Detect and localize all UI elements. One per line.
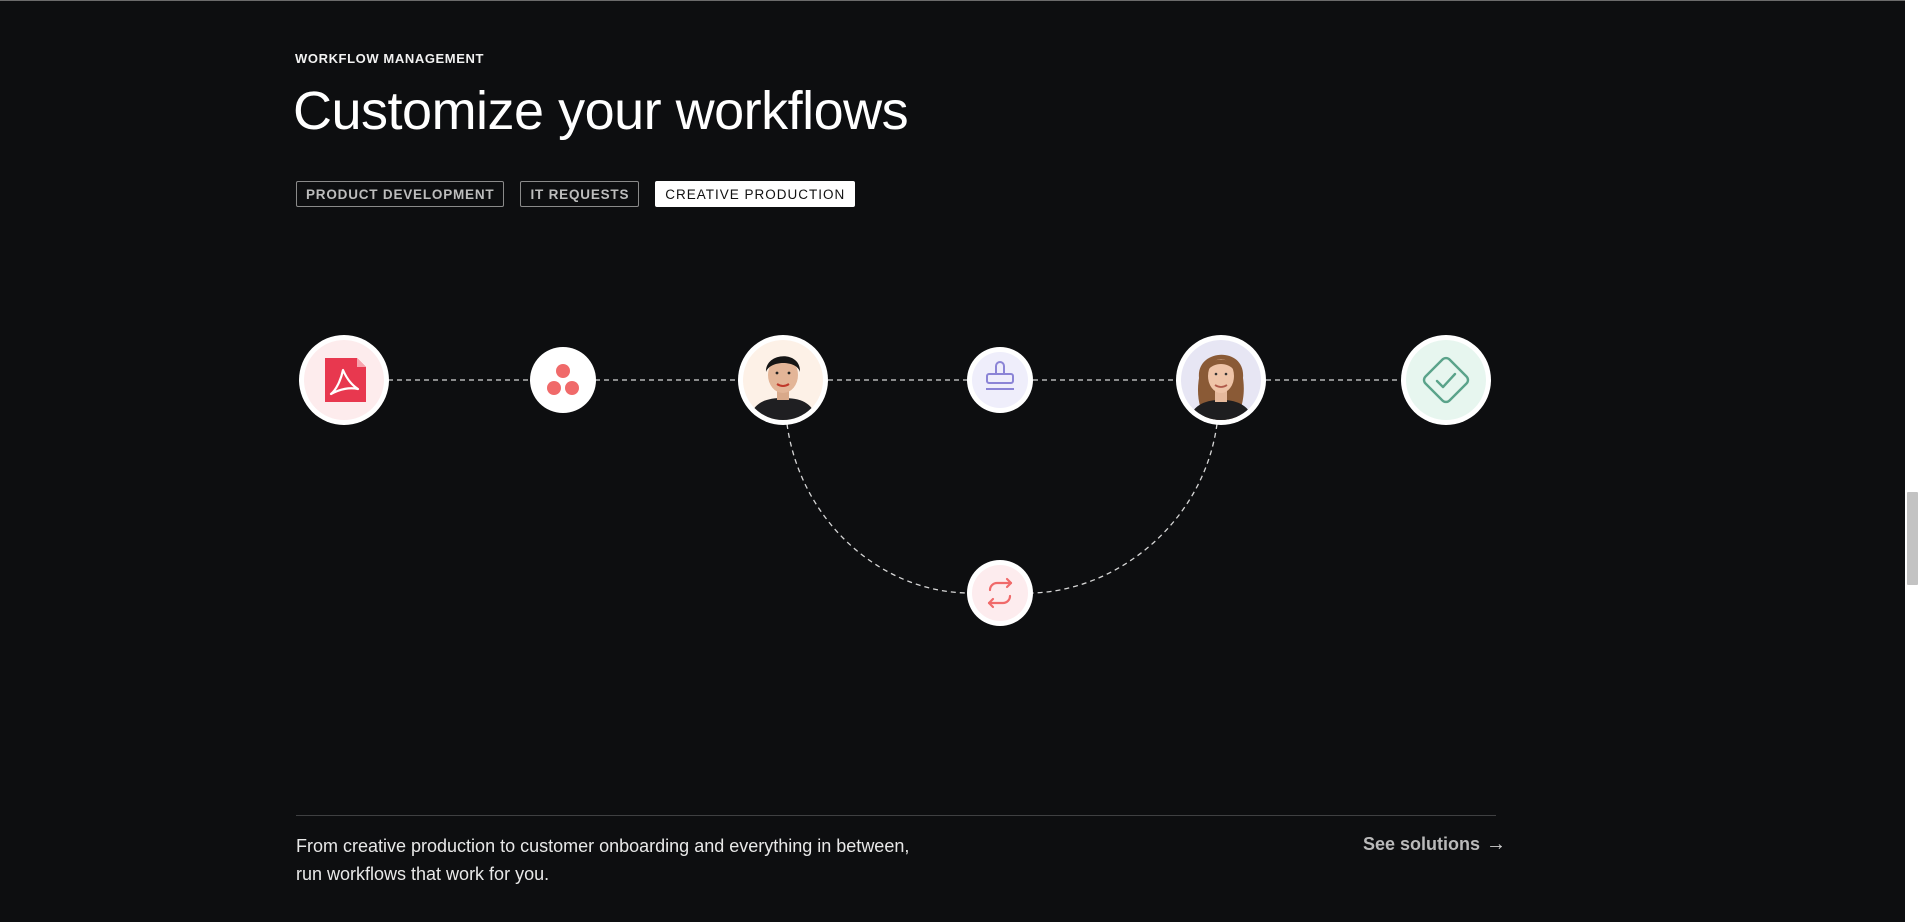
scrollbar-thumb[interactable] [1907, 492, 1918, 585]
description-line-2: run workflows that work for you. [296, 864, 550, 884]
reviewer-avatar-2[interactable] [1176, 335, 1266, 425]
section-description: From creative production to customer onb… [296, 832, 996, 888]
reviewer-avatar-1[interactable] [738, 335, 828, 425]
footer-divider [296, 815, 1496, 816]
loop-connector [786, 423, 969, 594]
revision-loop-icon[interactable] [967, 560, 1033, 626]
workflow-diagram [299, 335, 1491, 626]
approved-check-icon[interactable] [1401, 335, 1491, 425]
workflow-management-section: WORKFLOW MANAGEMENT Customize your workf… [0, 0, 1920, 922]
scrollbar-track[interactable] [1905, 0, 1920, 922]
asana-logo-icon[interactable] [530, 347, 596, 413]
description-line-1: From creative production to customer onb… [296, 836, 910, 856]
approval-stamp-icon[interactable] [967, 347, 1033, 413]
arrow-right-icon: → [1486, 833, 1507, 855]
see-solutions-label: See solutions [1363, 834, 1481, 854]
see-solutions-link[interactable]: See solutions → [1363, 833, 1506, 856]
loop-connector [1032, 423, 1218, 594]
pdf-file-icon[interactable] [299, 335, 389, 425]
